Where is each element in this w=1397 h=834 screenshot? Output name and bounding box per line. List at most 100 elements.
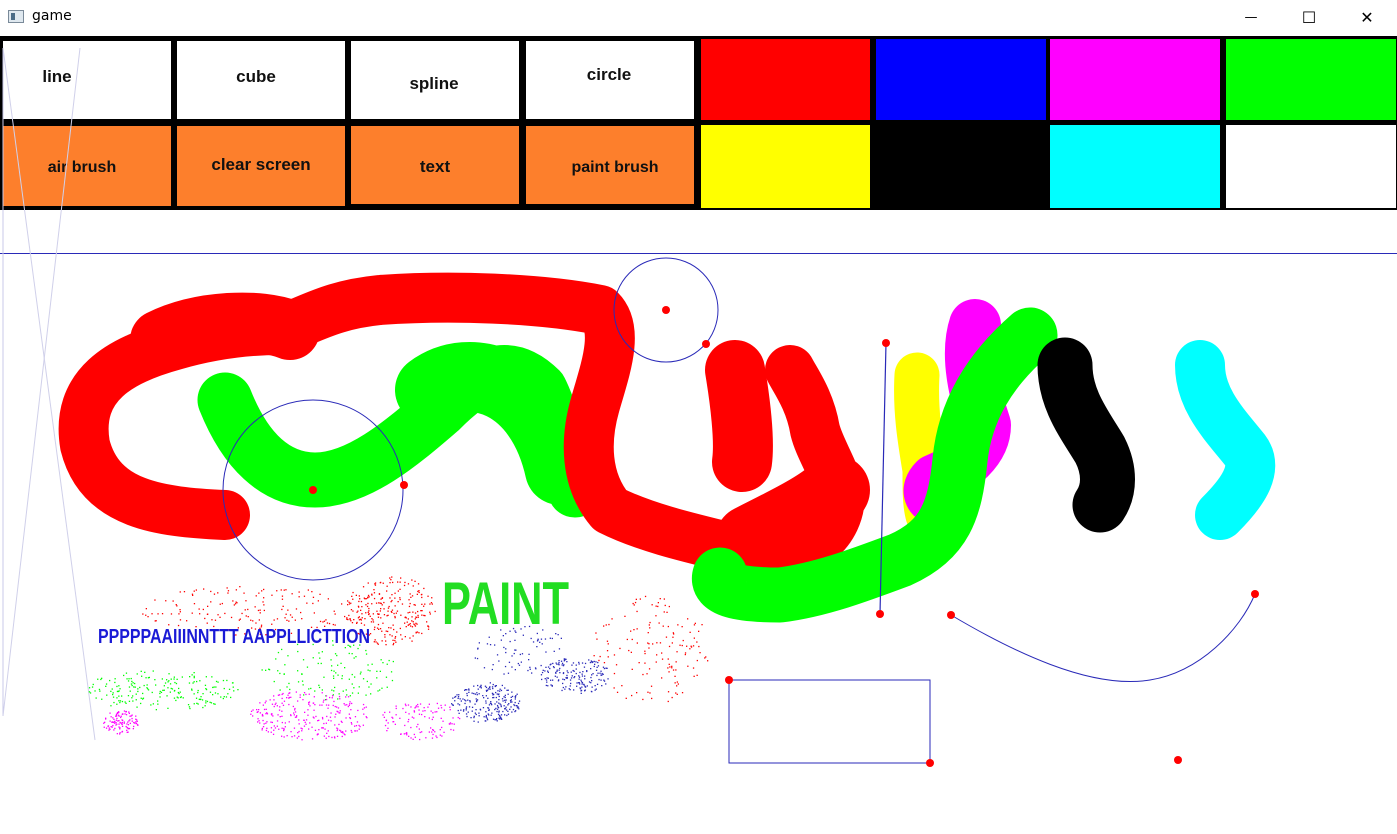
cube-tool-button[interactable]: cube: [177, 41, 345, 119]
spray-dot: [470, 717, 472, 719]
spray-dot: [542, 629, 544, 631]
spray-dot: [331, 736, 333, 739]
spray-dot: [328, 704, 330, 706]
spray-dot: [558, 679, 560, 681]
spray-dot: [116, 690, 119, 693]
spray-dot: [198, 698, 200, 700]
spray-dot: [449, 722, 452, 724]
clear-screen-button[interactable]: clear screen: [177, 126, 345, 206]
spray-dot: [569, 689, 571, 691]
spray-dot: [121, 725, 124, 727]
spray-dot: [313, 709, 315, 711]
spray-dot: [487, 707, 490, 709]
spray-dot: [524, 626, 526, 628]
spray-dot: [387, 722, 389, 724]
spray-dot: [342, 731, 344, 733]
spray-dot: [334, 705, 336, 708]
spray-dot: [371, 663, 373, 665]
spray-dot: [385, 640, 387, 642]
spray-dot: [557, 680, 560, 682]
spray-dot: [204, 617, 206, 620]
spray-dot: [281, 598, 284, 600]
spray-dot: [117, 690, 119, 693]
color-swatch-white[interactable]: [1226, 125, 1396, 208]
spray-dot: [237, 689, 239, 691]
spray-dot: [569, 685, 571, 687]
spray-dot: [355, 656, 357, 658]
spray-dot: [105, 727, 108, 729]
spray-dot: [563, 658, 565, 660]
spray-dot: [239, 618, 241, 620]
spray-dot: [261, 590, 263, 592]
spray-dot: [414, 736, 416, 738]
color-swatch-green[interactable]: [1226, 39, 1396, 120]
spray-dot: [193, 703, 195, 705]
spray-dot: [281, 693, 283, 696]
spray-dot: [131, 697, 133, 699]
color-swatch-magenta[interactable]: [1050, 39, 1220, 120]
spray-dot: [307, 709, 309, 711]
spray-dot: [113, 701, 115, 704]
close-window-button[interactable]: ✕: [1338, 0, 1396, 34]
spray-dot: [276, 590, 278, 592]
paint-brush-tool-button[interactable]: paint brush: [526, 126, 694, 204]
circle-tool-button[interactable]: circle: [526, 41, 694, 119]
spray-dot: [359, 725, 361, 728]
spray-dot: [195, 626, 197, 628]
spray-dot: [611, 618, 613, 620]
spray-dot: [310, 626, 313, 628]
spray-dot: [580, 689, 583, 692]
spray-dot: [624, 615, 626, 617]
spray-dot: [459, 717, 461, 720]
spray-dot: [556, 670, 558, 672]
spray-dot: [412, 585, 414, 587]
spray-dot: [289, 692, 291, 694]
spray-dot: [351, 702, 353, 705]
spray-dot: [114, 722, 116, 724]
spray-dot: [293, 727, 296, 729]
color-swatch-cyan[interactable]: [1050, 125, 1220, 208]
spray-dot: [434, 731, 436, 733]
spray-dot: [357, 632, 359, 635]
spray-dot: [217, 614, 219, 616]
spray-dot: [671, 665, 673, 667]
spray-dot: [377, 643, 379, 645]
spray-dot: [381, 604, 383, 606]
spray-dot: [116, 703, 118, 705]
spray-dot: [555, 671, 557, 674]
spray-dot: [488, 709, 490, 711]
spray-dot: [546, 681, 548, 683]
spray-dot: [382, 714, 384, 716]
spray-dot: [570, 671, 572, 673]
spray-dot: [370, 693, 372, 695]
spray-dot: [262, 704, 264, 706]
spray-dot: [504, 696, 506, 699]
spray-dot: [135, 722, 137, 725]
spray-dot: [465, 700, 467, 702]
color-swatch-black[interactable]: [876, 125, 1046, 208]
color-swatch-yellow[interactable]: [701, 125, 870, 208]
spray-dot: [485, 720, 487, 722]
spray-dot: [302, 659, 305, 661]
spray-dot: [466, 689, 468, 691]
color-swatch-blue[interactable]: [876, 39, 1046, 120]
spray-dot: [356, 611, 358, 613]
spray-dot: [313, 612, 315, 614]
line-tool-button[interactable]: line: [3, 41, 171, 119]
spray-dot: [286, 619, 288, 621]
spray-dot: [176, 696, 178, 698]
spray-dot: [646, 673, 648, 675]
minimize-button[interactable]: —: [1222, 0, 1280, 34]
text-tool-button[interactable]: text: [351, 126, 519, 204]
spline-tool-button[interactable]: spline: [351, 41, 519, 119]
spray-dot: [173, 676, 175, 678]
spray-dot: [362, 586, 365, 588]
spray-dot: [381, 687, 383, 689]
spray-dot: [220, 696, 222, 698]
air-brush-tool-button[interactable]: air brush: [3, 126, 171, 206]
color-swatch-red[interactable]: [701, 39, 870, 120]
spray-dot: [131, 714, 133, 716]
spray-dot: [487, 697, 489, 699]
maximize-button[interactable]: ☐: [1280, 0, 1338, 34]
spray-dot: [647, 642, 649, 644]
